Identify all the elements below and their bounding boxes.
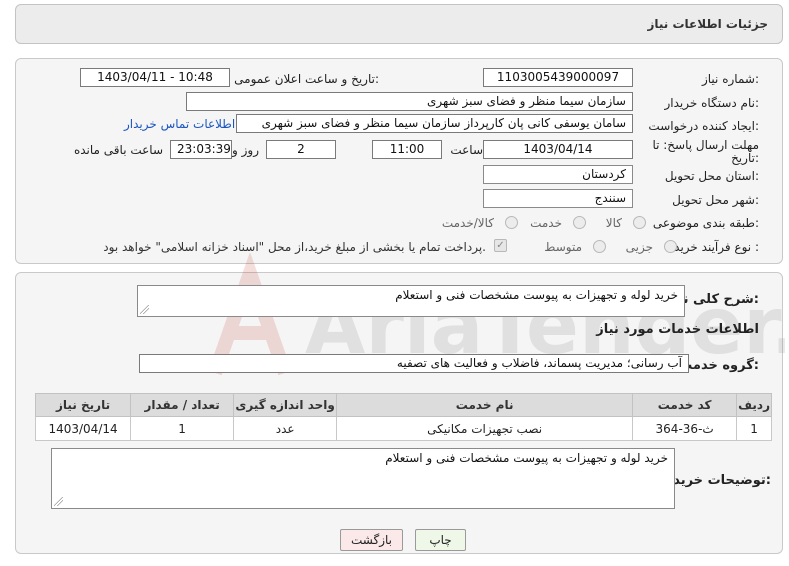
process-medium-label: متوسط xyxy=(544,240,582,254)
treasury-bonds-note: پرداخت تمام یا بخشی از مبلغ خرید،از محل … xyxy=(103,240,486,254)
category-goods-radio[interactable] xyxy=(633,216,646,229)
buyer-contact-link[interactable]: اطلاعات تماس خریدار xyxy=(124,117,235,131)
process-medium-radio[interactable] xyxy=(593,240,606,253)
need-number-field: 1103005439000097 xyxy=(483,68,633,87)
services-table: ردیف کد خدمت نام خدمت واحد اندازه گیری ت… xyxy=(34,393,772,441)
cell-service-name: نصب تجهیزات مکانیکی xyxy=(336,416,634,441)
category-service-radio[interactable] xyxy=(573,216,586,229)
days-remaining-field: 2 xyxy=(266,140,336,159)
summary-text: خرید لوله و تجهیزات به پیوست مشخصات فنی … xyxy=(395,288,678,302)
category-label: طبقه بندی موضوعی: xyxy=(652,216,759,230)
time-remaining-label: ساعت باقی مانده xyxy=(73,143,163,157)
requester-label: ایجاد کننده درخواست: xyxy=(648,119,759,133)
deadline-time-field: 11:00 xyxy=(372,140,442,159)
buyer-org-label: نام دستگاه خریدار: xyxy=(664,96,760,110)
cell-row-number: 1 xyxy=(736,416,772,441)
category-service-label: خدمت xyxy=(530,216,562,230)
deadline-date-field: 1403/04/14 xyxy=(483,140,633,159)
cell-quantity: 1 xyxy=(130,416,235,441)
cell-service-code: ث-36-364 xyxy=(632,416,738,441)
cell-need-date: 1403/04/14 xyxy=(34,416,132,441)
buyer-notes-textarea: خرید لوله و تجهیزات به پیوست مشخصات فنی … xyxy=(51,448,675,509)
table-header-row: ردیف کد خدمت نام خدمت واحد اندازه گیری ت… xyxy=(34,393,772,417)
province-label: استان محل تحویل: xyxy=(664,169,759,183)
buyer-notes-label: توضیحات خریدار: xyxy=(661,473,771,488)
resize-grip-icon[interactable] xyxy=(140,305,149,314)
col-row-number: ردیف xyxy=(736,393,772,417)
category-goods-label: کالا xyxy=(605,216,622,230)
resize-grip-icon[interactable] xyxy=(54,497,63,506)
col-service-name: نام خدمت xyxy=(336,393,634,417)
back-button[interactable]: بازگشت xyxy=(340,529,403,551)
print-button[interactable]: چاپ xyxy=(415,529,466,551)
category-goods-service-label: کالا/خدمت xyxy=(441,216,494,230)
table-row: 1 ث-36-364 نصب تجهیزات مکانیکی عدد 1 140… xyxy=(34,416,772,441)
deadline-label: مهلت ارسال پاسخ: تا xyxy=(652,138,759,152)
service-group-label: گروه خدمت: xyxy=(679,358,759,373)
services-section-title: اطلاعات خدمات مورد نیاز xyxy=(596,322,759,337)
cell-unit: عدد xyxy=(233,416,338,441)
col-quantity: تعداد / مقدار xyxy=(130,393,235,417)
treasury-bonds-checkbox[interactable]: ✓ xyxy=(494,239,507,252)
time-remaining-field: 23:03:39 xyxy=(170,140,232,159)
col-unit: واحد اندازه گیری xyxy=(233,393,338,417)
col-need-date: تاریخ نیاز xyxy=(34,393,132,417)
days-label: روز و xyxy=(232,143,259,157)
col-service-code: کد خدمت xyxy=(632,393,738,417)
deadline-time-label: ساعت xyxy=(450,143,483,157)
announce-label: تاریخ و ساعت اعلان عمومی: xyxy=(234,72,379,86)
buyer-org-field: سازمان سیما منظر و فضای سبز شهری xyxy=(186,92,633,111)
announce-datetime-field: 1403/04/11 - 10:48 xyxy=(80,68,230,87)
need-info-panel xyxy=(15,58,783,264)
deadline-label-date: تاریخ: xyxy=(731,151,759,165)
city-field: سنندج xyxy=(483,189,633,208)
summary-textarea: خرید لوله و تجهیزات به پیوست مشخصات فنی … xyxy=(137,285,685,317)
process-type-label: نوع فرآیند خرید : xyxy=(674,240,759,254)
category-goods-service-radio[interactable] xyxy=(505,216,518,229)
province-field: کردستان xyxy=(483,165,633,184)
city-label: شهر محل تحویل: xyxy=(672,193,759,207)
process-minor-label: جزیی xyxy=(625,240,653,254)
service-group-field: آب رسانی؛ مدیریت پسماند، فاضلاب و فعالیت… xyxy=(139,354,689,373)
requester-field: سامان یوسفی کانی پان کارپرداز سازمان سیم… xyxy=(236,114,633,133)
process-minor-radio[interactable] xyxy=(664,240,677,253)
page-title: جزئیات اطلاعات نیاز xyxy=(647,17,768,31)
buyer-notes-text: خرید لوله و تجهیزات به پیوست مشخصات فنی … xyxy=(385,451,668,465)
page-header: جزئیات اطلاعات نیاز xyxy=(15,4,783,44)
need-number-label: شماره نیاز: xyxy=(701,72,759,86)
